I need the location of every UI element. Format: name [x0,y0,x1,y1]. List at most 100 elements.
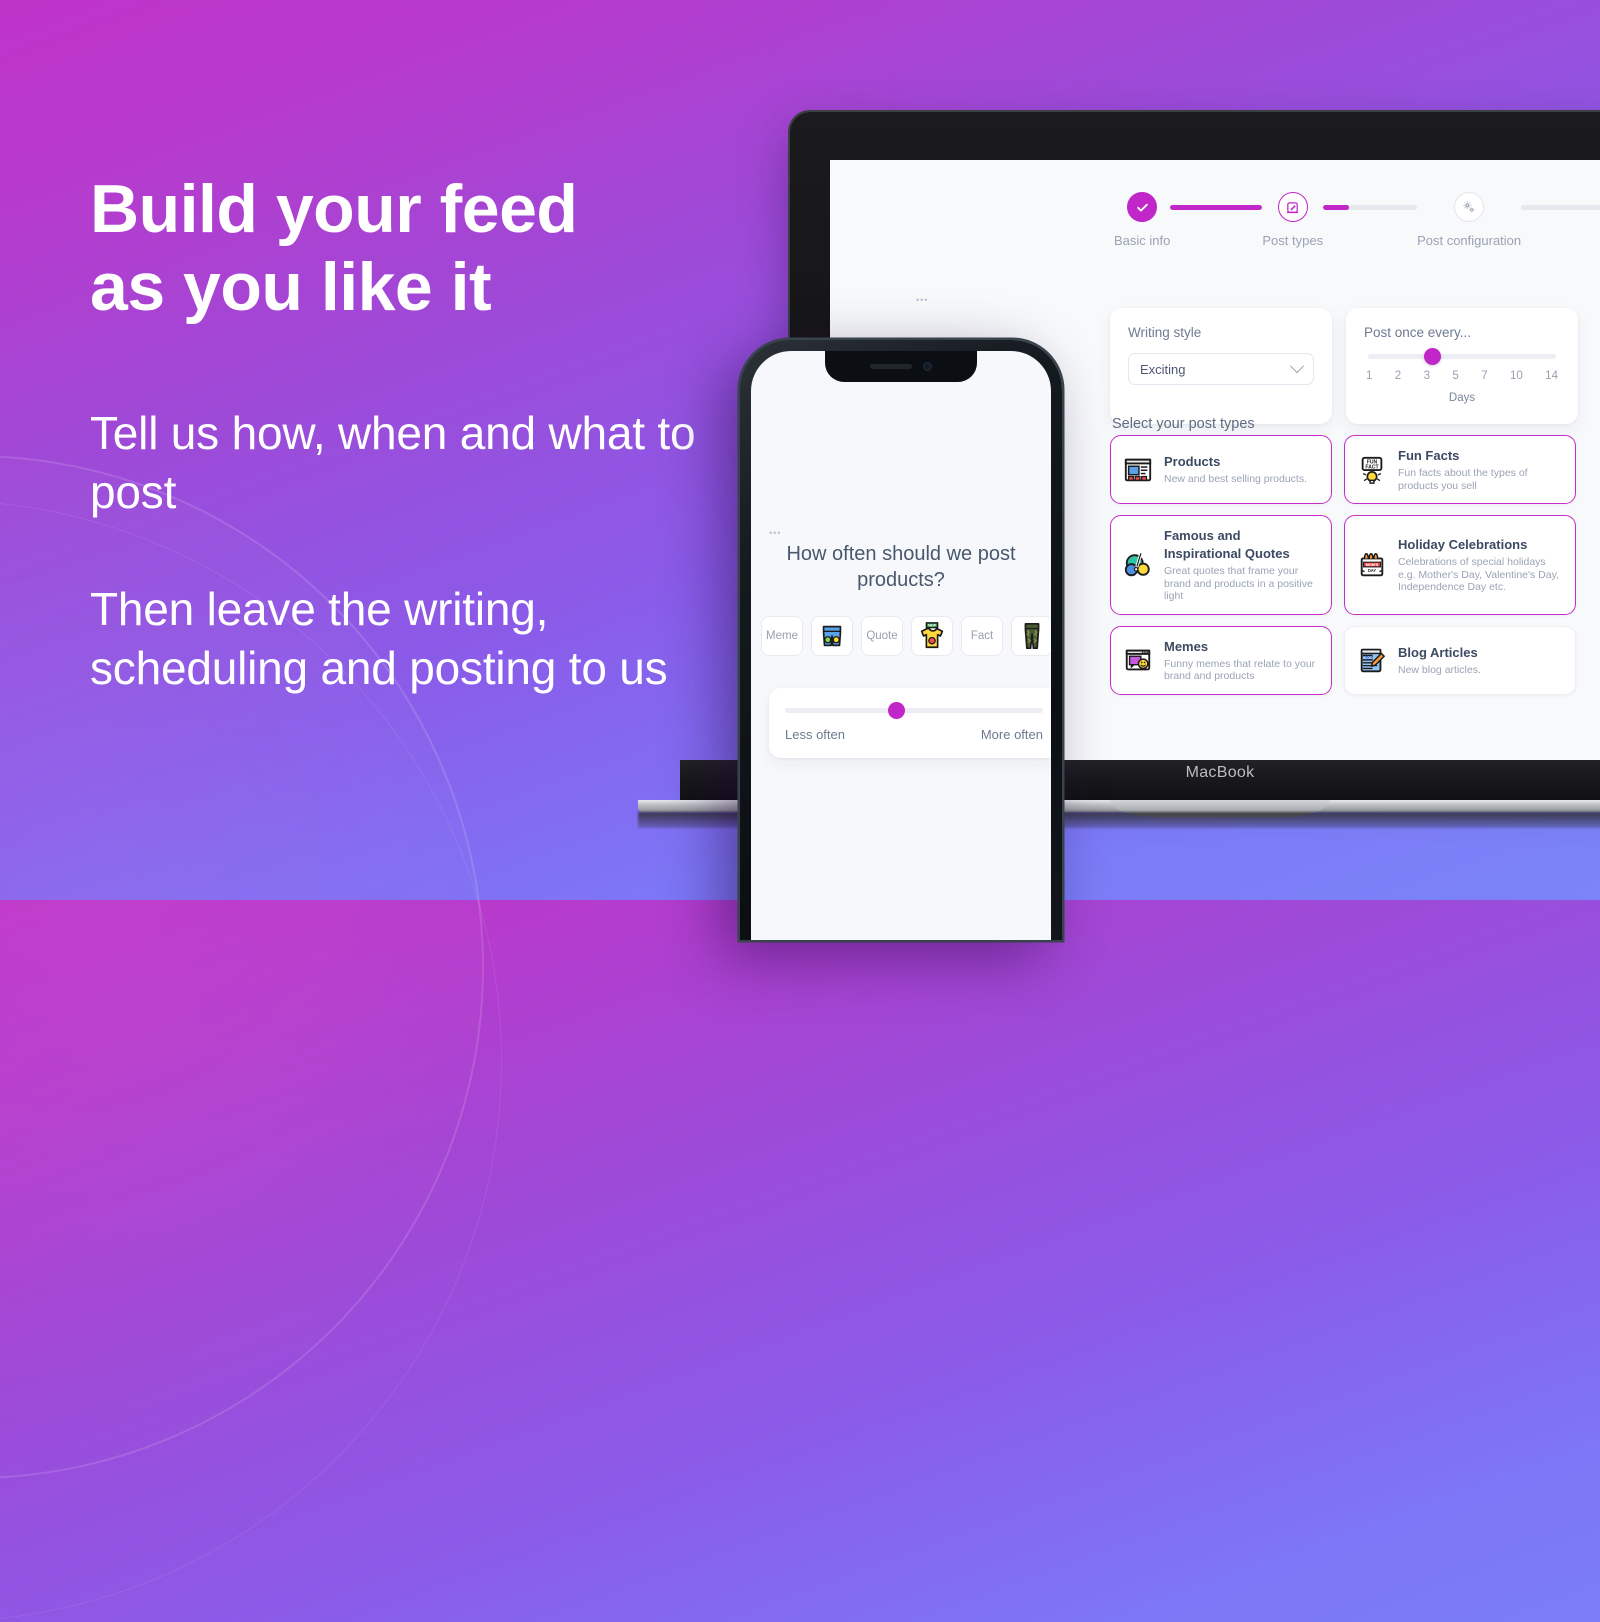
svg-text:NEW: NEW [928,624,937,628]
chip-fact[interactable]: Fact [961,616,1003,656]
post-type-name: Memes [1164,638,1209,654]
stepper-connector-2 [1323,204,1418,210]
post-type-text: Holiday Celebrations Celebrations of spe… [1398,536,1563,594]
phone-question-title: How often should we post products? [786,543,1016,591]
chip-meme[interactable]: Meme [761,616,803,656]
post-type-desc: Great quotes that frame your brand and p… [1164,565,1313,602]
post-type-card-memes[interactable]: Memes Funny memes that relate to your br… [1110,625,1332,695]
front-camera-icon [923,362,932,371]
writing-style-select[interactable]: Exciting [1128,353,1314,385]
tshirt-product-image: NEW [920,622,944,649]
svg-text:BLOG: BLOG [1363,656,1373,660]
phone-overflow-ellipsis[interactable]: ••• [769,528,781,538]
step-label: Basic info [1114,233,1171,248]
post-type-name: Products [1164,454,1221,470]
post-type-desc: Funny memes that relate to your brand an… [1164,657,1316,683]
frequency-tick[interactable]: 5 [1452,370,1458,382]
slider-min-label: Less often [785,727,845,742]
chip-cargo-pants-product[interactable] [1011,616,1051,656]
chevron-down-icon [1289,359,1305,374]
post-type-name: Blog Articles [1398,644,1478,660]
svg-text:FACT: FACT [1365,464,1379,470]
phone-frequency-card: Less often More often [769,688,1051,758]
post-type-card-blog-articles[interactable]: BLOG Blog Articles New blog articles. [1344,625,1576,695]
step-label: Post configuration [1417,233,1522,248]
blog-pencil-icon: BLOG [1357,645,1387,675]
storefront-icon [1123,455,1153,485]
iphone-mockup: ••• How often should we post products? M… [740,340,1062,940]
phone-slider-labels: Less often More often [785,727,1043,742]
frequency-tick[interactable]: 7 [1481,370,1487,382]
post-type-desc: New blog articles. [1398,663,1481,676]
check-icon [1127,192,1158,222]
post-type-name: Fun Facts [1398,448,1460,463]
frequency-tick[interactable]: 10 [1510,370,1523,382]
post-type-card-quotes[interactable]: Famous and Inspirational Quotes Great qu… [1110,515,1332,615]
post-type-name: Famous and Inspirational Quotes [1164,528,1290,561]
meme-window-icon [1123,645,1153,675]
post-type-desc: Fun facts about the types of products yo… [1398,467,1528,492]
iphone-screen: ••• How often should we post products? M… [751,351,1051,940]
post-type-text: Fun Facts Fun facts about the types of p… [1398,447,1563,492]
chip-label: Meme [766,630,798,642]
frequency-tick[interactable]: 3 [1424,370,1430,382]
post-type-text: Blog Articles New blog articles. [1398,644,1481,677]
post-type-text: Memes Funny memes that relate to your br… [1164,638,1319,683]
stepper-connector-1 [1170,204,1263,210]
writing-style-value: Exciting [1140,361,1186,377]
phone-slider-knob[interactable] [888,702,906,719]
hero-body-1: Tell us how, when and what to post [90,407,696,518]
settings-row: Writing style Exciting Post once every..… [1110,308,1578,424]
post-type-desc: New and best selling products. [1164,473,1307,486]
slider-max-label: More often [980,727,1043,742]
post-type-name: Holiday Celebrations [1398,537,1528,552]
post-type-card-holiday-celebrations[interactable]: MOM'S DAY Holiday Celebrations Celebrati… [1344,515,1576,615]
overflow-ellipsis[interactable]: ••• [916,295,928,305]
frequency-ticks: 1 2 3 5 7 10 14 [1364,370,1560,382]
writing-style-label: Writing style [1128,325,1202,340]
product-chips-row: Meme Quote NEW Fact [761,616,1051,656]
calendar-holiday-icon: MOM'S DAY [1357,550,1387,580]
post-type-card-fun-facts[interactable]: FUN FACT Fun Facts Fun facts about the t… [1344,435,1576,504]
frequency-label: Post once every... [1364,325,1472,340]
pencil-square-icon [1277,192,1308,222]
svg-text:MOM'S: MOM'S [1366,563,1379,567]
frequency-slider-knob[interactable] [1424,348,1442,365]
step-post-types[interactable]: Post types [1262,192,1323,248]
shorts-product-image [822,625,842,647]
step-basic-info[interactable]: Basic info [1114,192,1170,248]
hero-body-2: Then leave the writing, scheduling and p… [90,583,668,694]
step-post-configuration[interactable]: Post configuration [1417,192,1521,248]
writing-style-panel: Writing style Exciting [1110,308,1332,424]
post-type-card-products[interactable]: Products New and best selling products. [1110,435,1332,504]
post-type-text: Famous and Inspirational Quotes Great qu… [1164,527,1319,603]
chip-label: Quote [866,630,898,642]
chip-tshirt-product[interactable]: NEW [911,616,953,656]
gears-icon [1454,192,1485,222]
chip-quote[interactable]: Quote [861,616,903,656]
headline-line-2: as you like it [90,249,492,325]
step-label: Post types [1262,233,1324,248]
page-title: Build your feed as you like it [90,170,730,326]
chip-shorts-product[interactable] [811,616,853,656]
earpiece-speaker-icon [870,364,912,369]
quote-bubble-icon [1123,550,1153,580]
hero-copy: Build your feed as you like it Tell us h… [90,170,730,698]
fun-fact-bulb-icon: FUN FACT [1357,455,1387,485]
post-types-grid: Products New and best selling products. … [1110,435,1576,695]
chip-label: Fact [970,630,994,642]
post-types-section-title: Select your post types [1112,416,1255,432]
frequency-tick[interactable]: 1 [1366,370,1372,382]
svg-text:DAY: DAY [1368,568,1377,573]
stepper-connector-3 [1521,204,1600,210]
frequency-tick[interactable]: 14 [1545,370,1558,382]
frequency-unit-label: Days [1448,392,1476,404]
frequency-slider[interactable] [1368,348,1556,365]
iphone-notch [825,351,977,382]
phone-frequency-slider[interactable] [785,702,1043,719]
post-type-desc: Celebrations of special holidays e.g. Mo… [1398,556,1559,593]
frequency-tick[interactable]: 2 [1395,370,1401,382]
frequency-panel: Post once every... 1 2 3 5 7 10 14 Days [1346,308,1578,424]
headline-line-1: Build your feed [90,171,578,247]
cargo-pants-product-image [1024,622,1040,650]
